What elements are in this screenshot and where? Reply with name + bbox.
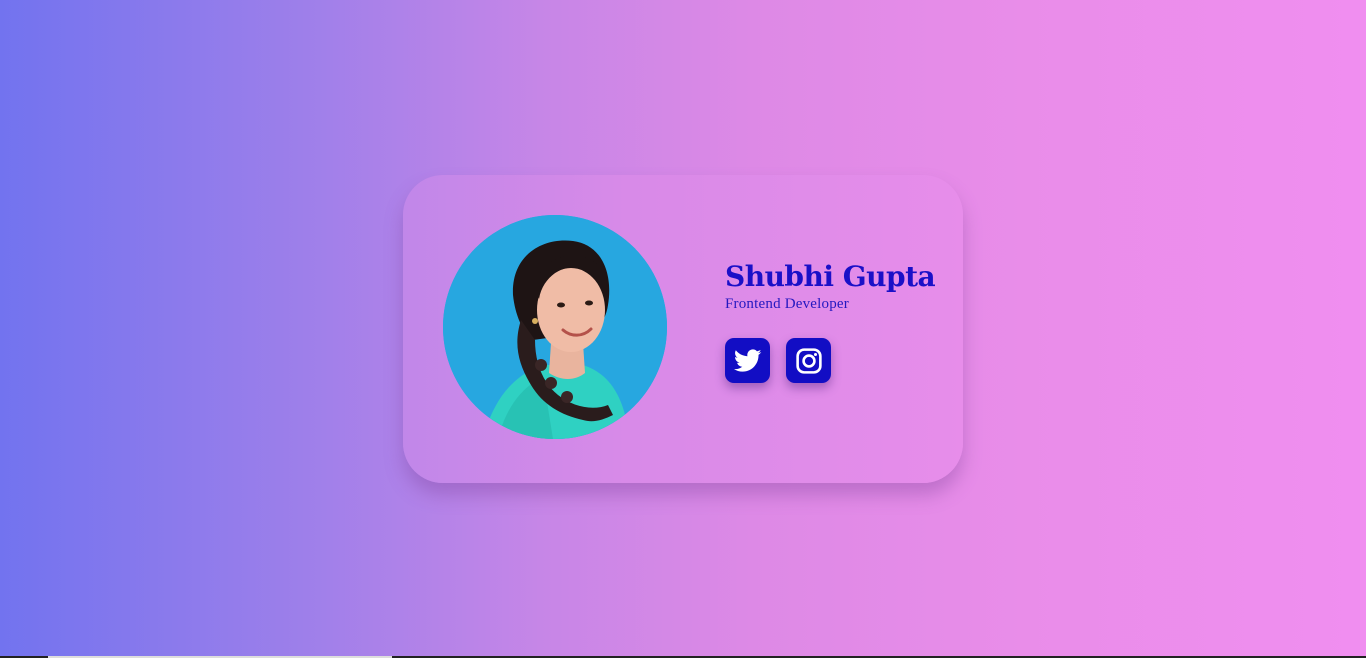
profile-name: Shubhi Gupta [725, 260, 936, 293]
twitter-button[interactable] [725, 338, 770, 383]
twitter-icon [733, 348, 761, 372]
instagram-button[interactable] [786, 338, 831, 383]
social-links [725, 338, 831, 383]
instagram-icon [795, 347, 822, 374]
profile-info: Shubhi Gupta Frontend Developer [725, 259, 936, 313]
profile-role: Frontend Developer [725, 296, 849, 312]
avatar [443, 215, 667, 439]
profile-photo [443, 215, 667, 439]
profile-card: Shubhi Gupta Frontend Developer [403, 175, 963, 483]
